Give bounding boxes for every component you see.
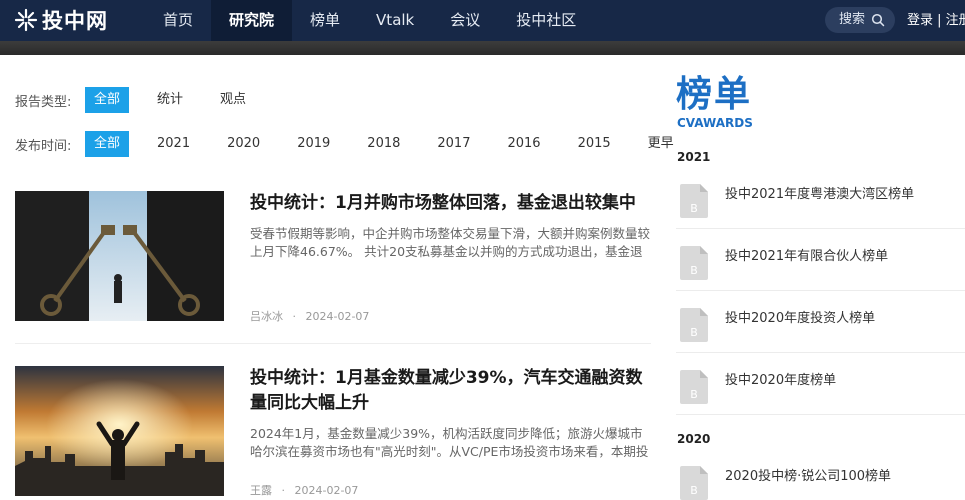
logo-text: 投中网: [42, 9, 108, 33]
article-card: 投中统计：1月并购市场整体回落，基金退出较集中 受春节假期等影响，中企并购市场整…: [15, 191, 651, 323]
article-author: 吕冰冰: [250, 310, 283, 323]
search-label: 搜索: [839, 12, 866, 27]
site-logo[interactable]: 投中网: [14, 6, 108, 34]
svg-text:B: B: [690, 484, 698, 497]
ranking-list-item[interactable]: B 投中2020年度投资人榜单: [676, 291, 965, 353]
report-type-filter: 报告类型: 全部 统计 观点: [15, 87, 274, 113]
time-option-2021[interactable]: 2021: [148, 131, 199, 157]
article-summary: 2024年1月，基金数量减少39%，机构活跃度同步降低；旅游火爆城市哈尔滨在募资…: [250, 426, 649, 459]
article-divider: [15, 343, 651, 344]
nav-home[interactable]: 首页: [145, 0, 211, 41]
meta-separator: ·: [292, 310, 297, 323]
time-option-all[interactable]: 全部: [85, 131, 130, 157]
rankings-logo[interactable]: 榜单 CVAWARDS: [676, 75, 766, 133]
ranking-title: 投中2021年度粤港澳大湾区榜单: [725, 187, 915, 202]
svg-text:B: B: [690, 388, 698, 401]
time-option-2020[interactable]: 2020: [218, 131, 269, 157]
ranking-list-item[interactable]: B 投中2021年度粤港澳大湾区榜单: [676, 167, 965, 229]
article-meta: 吕冰冰 · 2024-02-07: [250, 308, 369, 324]
ranking-list-item[interactable]: B 投中2020年度榜单: [676, 353, 965, 415]
header-banner-strip: [0, 41, 965, 55]
login-register-link[interactable]: 登录 | 注册: [907, 0, 965, 41]
article-thumbnail[interactable]: [15, 191, 224, 321]
time-option-2017[interactable]: 2017: [428, 131, 479, 157]
ranking-title: 2020投中榜·锐公司100榜单: [725, 469, 892, 484]
ranking-title: 投中2021年有限合伙人榜单: [725, 249, 889, 264]
rankings-logo-subtext: CVAWARDS: [677, 116, 753, 130]
svg-text:B: B: [690, 264, 698, 277]
nav-rankings[interactable]: 榜单: [292, 0, 358, 41]
type-option-all[interactable]: 全部: [85, 87, 130, 113]
time-option-2019[interactable]: 2019: [288, 131, 339, 157]
time-option-2018[interactable]: 2018: [358, 131, 409, 157]
article-title[interactable]: 投中统计：1月并购市场整体回落，基金退出较集中: [250, 191, 650, 216]
ranking-list-item[interactable]: B 投中2021年有限合伙人榜单: [676, 229, 965, 291]
ranking-title: 投中2020年度投资人榜单: [725, 311, 876, 326]
nav-conference[interactable]: 会议: [432, 0, 498, 41]
keys-door-image: [15, 191, 224, 321]
main-nav: 首页 研究院 榜单 Vtalk 会议 投中社区: [145, 0, 594, 41]
year-heading-2021: 2021: [677, 150, 711, 164]
publish-time-label: 发布时间:: [15, 138, 72, 154]
top-navbar: 投中网 首页 研究院 榜单 Vtalk 会议 投中社区 搜索 登录 | 注册: [0, 0, 965, 41]
year-heading-2020: 2020: [677, 432, 711, 446]
type-option-opinion[interactable]: 观点: [211, 87, 255, 113]
publish-time-filter: 发布时间: 全部 2021 2020 2019 2018 2017 2016 2…: [15, 131, 702, 157]
article-thumbnail[interactable]: [15, 366, 224, 496]
type-option-statistics[interactable]: 统计: [148, 87, 192, 113]
time-option-2015[interactable]: 2015: [569, 131, 620, 157]
article-summary: 受春节假期等影响，中企并购市场整体交易量下滑，大额并购案例数量较上月下降46.6…: [250, 226, 650, 259]
article-date: 2024-02-07: [294, 484, 359, 497]
document-b-icon: B: [680, 466, 708, 500]
svg-text:B: B: [690, 326, 698, 339]
nav-community[interactable]: 投中社区: [498, 0, 594, 41]
document-b-icon: B: [680, 370, 708, 404]
article-title[interactable]: 投中统计：1月基金数量减少39%，汽车交通融资数量同比大幅上升: [250, 366, 650, 416]
nav-vtalk[interactable]: Vtalk: [358, 0, 432, 41]
document-b-icon: B: [680, 184, 708, 218]
time-option-2016[interactable]: 2016: [498, 131, 549, 157]
sunrise-city-image: [15, 366, 224, 496]
report-type-label: 报告类型:: [15, 94, 72, 110]
document-b-icon: B: [680, 246, 708, 280]
ranking-list-item[interactable]: B 2020投中榜·锐公司100榜单: [676, 449, 965, 500]
article-date: 2024-02-07: [305, 310, 370, 323]
logo-burst-icon: [14, 8, 38, 32]
svg-text:B: B: [690, 202, 698, 215]
document-b-icon: B: [680, 308, 708, 342]
article-author: 王露: [250, 484, 272, 497]
meta-separator: ·: [281, 484, 286, 497]
article-meta: 王露 · 2024-02-07: [250, 482, 358, 498]
rankings-logo-text: 榜单: [676, 74, 753, 115]
search-button[interactable]: 搜索: [825, 7, 895, 33]
article-card: 投中统计：1月基金数量减少39%，汽车交通融资数量同比大幅上升 2024年1月，…: [15, 366, 651, 500]
nav-research[interactable]: 研究院: [211, 0, 293, 41]
ranking-title: 投中2020年度榜单: [725, 373, 837, 388]
search-icon: [871, 13, 885, 27]
